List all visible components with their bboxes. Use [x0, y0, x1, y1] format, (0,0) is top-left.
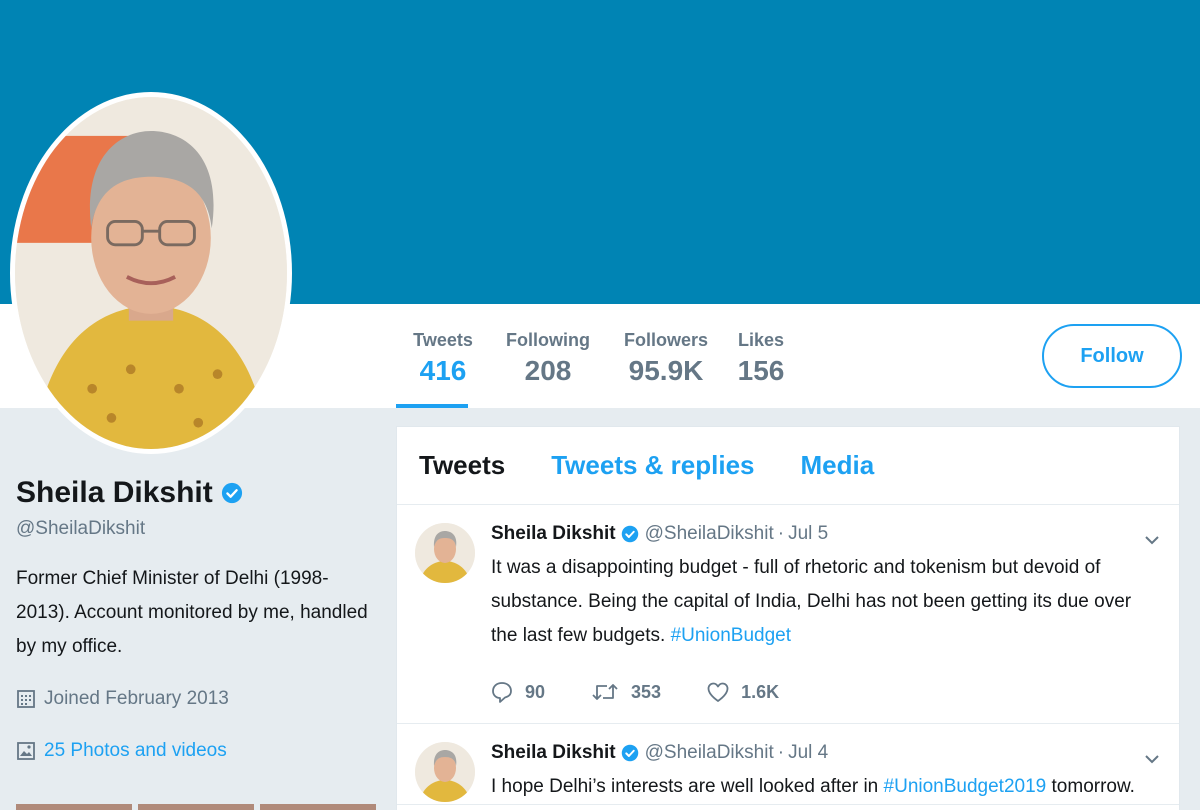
tweet-date[interactable]: Jul 4: [788, 742, 828, 764]
tweet-hashtag[interactable]: #UnionBudget: [671, 625, 791, 646]
stat-following[interactable]: Following 208: [490, 304, 606, 408]
timeline: Tweets Tweets & replies Media Sheila Dik…: [396, 426, 1180, 810]
tweet-actions: 90 353 1.6K: [491, 681, 1159, 723]
tweet-body: I hope Delhi’s interests are well looked…: [491, 776, 879, 797]
tweet-date[interactable]: Jul 5: [788, 523, 828, 545]
stat-value: 208: [524, 355, 572, 386]
separator-dot: ·: [777, 523, 785, 544]
media-thumbnails: [16, 804, 376, 810]
reply-icon: [492, 682, 512, 703]
tweet-author-handle[interactable]: @SheilaDikshit: [645, 523, 774, 545]
profile-name[interactable]: Sheila Dikshit: [16, 476, 213, 510]
media-thumbnail[interactable]: [138, 804, 254, 810]
tweet-header: Sheila Dikshit @SheilaDikshit · Jul 5: [491, 523, 1159, 545]
reply-button[interactable]: 90: [491, 681, 545, 703]
tweet-item[interactable]: Sheila Dikshit @SheilaDikshit · Jul 4 I …: [397, 724, 1179, 805]
stat-value: 156: [737, 355, 785, 386]
tab-media[interactable]: Media: [800, 450, 874, 481]
profile-handle[interactable]: @SheilaDikshit: [16, 518, 376, 540]
like-button[interactable]: 1.6K: [707, 681, 779, 703]
stat-likes[interactable]: Likes 156: [726, 304, 796, 408]
profile-sidebar: Sheila Dikshit @SheilaDikshit Former Chi…: [16, 476, 376, 762]
stat-followers[interactable]: Followers 95.9K: [606, 304, 726, 408]
verified-badge-icon: [621, 744, 638, 762]
chevron-down-icon[interactable]: [1143, 750, 1161, 768]
tweet-item[interactable]: Sheila Dikshit @SheilaDikshit · Jul 5 It…: [397, 505, 1179, 724]
follow-button[interactable]: Follow: [1042, 324, 1182, 388]
tweet-header: Sheila Dikshit @SheilaDikshit · Jul 4: [491, 742, 1159, 764]
like-count: 1.6K: [741, 681, 780, 702]
tweet-hashtag[interactable]: #UnionBudget2019: [884, 776, 1047, 797]
retweet-count: 353: [631, 681, 662, 702]
tweet-author-handle[interactable]: @SheilaDikshit: [645, 742, 774, 764]
media-thumbnail[interactable]: [260, 804, 376, 810]
tweet-avatar[interactable]: [415, 742, 475, 802]
tweet-body: It was a disappointing budget - full of …: [491, 557, 1132, 646]
photo-icon: [17, 742, 35, 760]
stat-value: 95.9K: [628, 355, 704, 386]
tweet-text: I hope Delhi’s interests are well looked…: [491, 770, 1161, 804]
profile-stats: Tweets 416 Following 208 Followers 95.9K…: [396, 304, 796, 408]
tab-tweets-replies[interactable]: Tweets & replies: [551, 450, 754, 481]
tweet-text: It was a disappointing budget - full of …: [491, 551, 1161, 653]
joined-date: Joined February 2013: [16, 688, 376, 710]
tab-tweets[interactable]: Tweets: [419, 450, 505, 481]
verified-badge-icon: [621, 525, 638, 543]
stat-label: Likes: [737, 330, 785, 350]
verified-badge-icon: [221, 482, 242, 504]
profile-bio: Former Chief Minister of Delhi (1998-201…: [16, 568, 368, 657]
tweet-body-end: tomorrow.: [1051, 776, 1135, 797]
profile-avatar[interactable]: [10, 92, 292, 454]
retweet-icon: [592, 684, 618, 700]
chevron-down-icon[interactable]: [1143, 531, 1161, 549]
joined-text: Joined February 2013: [44, 688, 229, 709]
like-icon: [707, 682, 729, 702]
photos-link-text[interactable]: 25 Photos and videos: [44, 740, 227, 762]
tweet-author-name[interactable]: Sheila Dikshit: [491, 523, 616, 545]
calendar-icon: [17, 690, 35, 708]
stat-value: 416: [419, 355, 467, 386]
timeline-tabs: Tweets Tweets & replies Media: [397, 427, 1179, 505]
photos-videos-link[interactable]: 25 Photos and videos: [16, 740, 376, 762]
profile-name-row: Sheila Dikshit: [16, 476, 376, 510]
stat-tweets[interactable]: Tweets 416: [396, 304, 490, 408]
separator-dot: ·: [777, 742, 785, 763]
media-thumbnail[interactable]: [16, 804, 132, 810]
stat-label: Followers: [623, 330, 708, 350]
stat-label: Tweets: [413, 330, 473, 350]
retweet-button[interactable]: 353: [591, 681, 661, 703]
tweet-author-name[interactable]: Sheila Dikshit: [491, 742, 616, 764]
reply-count: 90: [525, 681, 546, 702]
stat-label: Following: [506, 330, 590, 350]
tweet-avatar[interactable]: [415, 523, 475, 583]
